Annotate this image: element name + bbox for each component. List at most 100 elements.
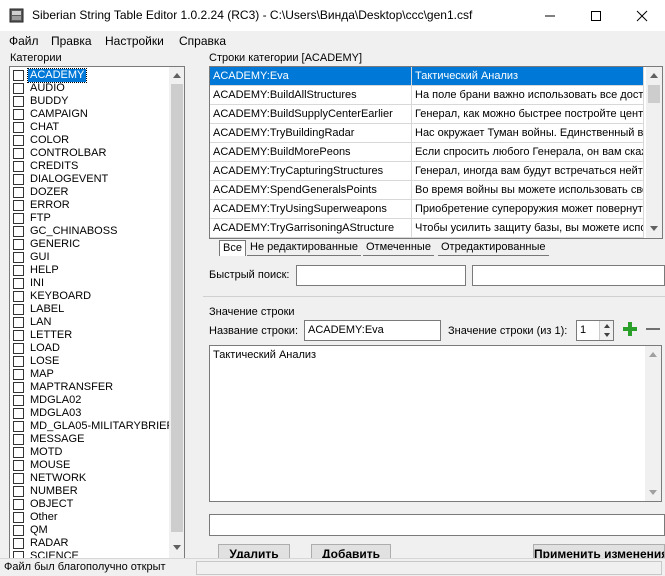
menu-settings[interactable]: Настройки: [105, 34, 164, 48]
table-row[interactable]: ACADEMY:BuildSupplyCenterEarlier Генерал,…: [210, 105, 646, 124]
tab-all[interactable]: Все: [219, 240, 246, 256]
secondary-input[interactable]: [209, 514, 665, 536]
category-checkbox[interactable]: [13, 512, 24, 523]
category-checkbox[interactable]: [13, 304, 24, 315]
category-item[interactable]: LAN: [10, 316, 170, 329]
category-checkbox[interactable]: [13, 369, 24, 380]
table-row[interactable]: ACADEMY:BuildMorePeons Если спросить любо…: [210, 143, 646, 162]
categories-scroll-thumb[interactable]: [171, 84, 183, 532]
tab-not-edited[interactable]: Не редактированные: [247, 240, 362, 256]
scroll-up-icon[interactable]: [649, 351, 657, 357]
category-checkbox[interactable]: [13, 252, 24, 263]
category-checkbox[interactable]: [13, 434, 24, 445]
category-checkbox[interactable]: [13, 447, 24, 458]
category-item[interactable]: KEYBOARD: [10, 290, 170, 303]
category-item[interactable]: FTP: [10, 212, 170, 225]
category-item[interactable]: LOSE: [10, 355, 170, 368]
category-checkbox[interactable]: [13, 395, 24, 406]
category-checkbox[interactable]: [13, 161, 24, 172]
menu-help[interactable]: Справка: [179, 34, 226, 48]
minus-icon[interactable]: [646, 322, 660, 336]
category-item[interactable]: MDGLA03: [10, 407, 170, 420]
string-value-cell[interactable]: Нас окружает Туман войны. Единственный в…: [412, 124, 644, 143]
category-item[interactable]: LABEL: [10, 303, 170, 316]
tab-marked[interactable]: Отмеченные: [363, 240, 434, 256]
category-item[interactable]: HELP: [10, 264, 170, 277]
category-checkbox[interactable]: [13, 187, 24, 198]
close-button[interactable]: [619, 0, 665, 31]
string-value-cell[interactable]: Тактический Анализ: [412, 67, 644, 86]
category-item[interactable]: MD_GLA05-MILITARYBRIEF: [10, 420, 173, 433]
quick-search-input[interactable]: [296, 265, 466, 286]
category-checkbox[interactable]: [13, 473, 24, 484]
string-name-cell[interactable]: ACADEMY:Eva: [210, 67, 412, 86]
string-name-cell[interactable]: ACADEMY:BuildSupplyCenterEarlier: [210, 105, 412, 124]
category-item[interactable]: CAMPAIGN: [10, 108, 170, 121]
category-item[interactable]: INI: [10, 277, 170, 290]
scroll-down-icon[interactable]: [650, 226, 658, 232]
category-item[interactable]: MOTD: [10, 446, 170, 459]
category-item[interactable]: AUDIO: [10, 82, 170, 95]
string-value-cell[interactable]: Чтобы усилить защиту базы, вы можете исп…: [412, 219, 644, 238]
category-item[interactable]: MDGLA02: [10, 394, 170, 407]
scroll-down-icon[interactable]: [173, 545, 181, 551]
minimize-button[interactable]: [527, 0, 573, 31]
string-name-cell[interactable]: ACADEMY:TryCapturingStructures: [210, 162, 412, 181]
category-item[interactable]: MAP: [10, 368, 170, 381]
category-checkbox[interactable]: [13, 213, 24, 224]
category-item[interactable]: QM: [10, 524, 170, 537]
table-row[interactable]: ACADEMY:SpendGeneralsPoints Во время войн…: [210, 181, 646, 200]
category-item[interactable]: COLOR: [10, 134, 170, 147]
category-checkbox[interactable]: [13, 109, 24, 120]
stepper-arrows-icon[interactable]: [600, 321, 614, 340]
strings-table[interactable]: ACADEMY:Eva Тактический Анализ ACADEMY:Bui…: [209, 66, 663, 239]
panel-splitter[interactable]: [194, 52, 200, 557]
category-item[interactable]: GENERIC: [10, 238, 170, 251]
category-checkbox[interactable]: [13, 265, 24, 276]
table-row[interactable]: ACADEMY:TryGarrisoningAStructure Чтобы ус…: [210, 219, 646, 238]
category-checkbox[interactable]: [13, 291, 24, 302]
value-index-stepper[interactable]: 1: [576, 320, 614, 341]
category-checkbox[interactable]: [13, 317, 24, 328]
string-value-cell[interactable]: Генерал, как можно быстрее постройте цен…: [412, 105, 644, 124]
category-checkbox[interactable]: [13, 382, 24, 393]
category-item[interactable]: GC_CHINABOSS: [10, 225, 170, 238]
menu-file[interactable]: Файл: [9, 34, 39, 48]
category-item[interactable]: CHAT: [10, 121, 170, 134]
category-item[interactable]: MOUSE: [10, 459, 170, 472]
string-value-cell[interactable]: Во время войны вы можете использовать св…: [412, 181, 644, 200]
category-item[interactable]: BUDDY: [10, 95, 170, 108]
category-checkbox[interactable]: [13, 538, 24, 549]
category-checkbox[interactable]: [13, 122, 24, 133]
string-name-cell[interactable]: ACADEMY:TryUsingSuperweapons: [210, 200, 412, 219]
table-row[interactable]: ACADEMY:Eva Тактический Анализ: [210, 67, 646, 86]
categories-scrollbar[interactable]: [169, 67, 184, 558]
category-checkbox[interactable]: [13, 356, 24, 367]
string-name-cell[interactable]: ACADEMY:TryBuildingRadar: [210, 124, 412, 143]
category-item[interactable]: LOAD: [10, 342, 170, 355]
stepper-buttons[interactable]: [599, 321, 613, 340]
category-item[interactable]: OBJECT: [10, 498, 170, 511]
category-checkbox[interactable]: [13, 83, 24, 94]
category-item[interactable]: ACADEMY: [10, 68, 170, 83]
string-name-field[interactable]: ACADEMY:Eva: [304, 320, 441, 341]
category-checkbox[interactable]: [13, 343, 24, 354]
string-name-cell[interactable]: ACADEMY:TryGarrisoningAStructure: [210, 219, 412, 238]
editor-scrollbar[interactable]: [645, 346, 661, 501]
category-item[interactable]: GUI: [10, 251, 170, 264]
category-item[interactable]: CONTROLBAR: [10, 147, 170, 160]
table-row[interactable]: ACADEMY:TryUsingSuperweapons Приобретение…: [210, 200, 646, 219]
strings-scroll-thumb[interactable]: [648, 85, 660, 103]
table-row[interactable]: ACADEMY:TryCapturingStructures Генерал, и…: [210, 162, 646, 181]
string-value-cell[interactable]: На поле брани важно использовать все дос…: [412, 86, 644, 105]
category-checkbox[interactable]: [13, 460, 24, 471]
category-checkbox[interactable]: [13, 239, 24, 250]
category-item[interactable]: NUMBER: [10, 485, 170, 498]
category-checkbox[interactable]: [13, 421, 24, 432]
menu-edit[interactable]: Правка: [51, 34, 92, 48]
category-item[interactable]: MESSAGE: [10, 433, 170, 446]
maximize-button[interactable]: [573, 0, 619, 31]
string-value-cell[interactable]: Генерал, иногда вам будут встречаться не…: [412, 162, 644, 181]
scroll-down-icon[interactable]: [649, 490, 657, 496]
category-item[interactable]: LETTER: [10, 329, 170, 342]
